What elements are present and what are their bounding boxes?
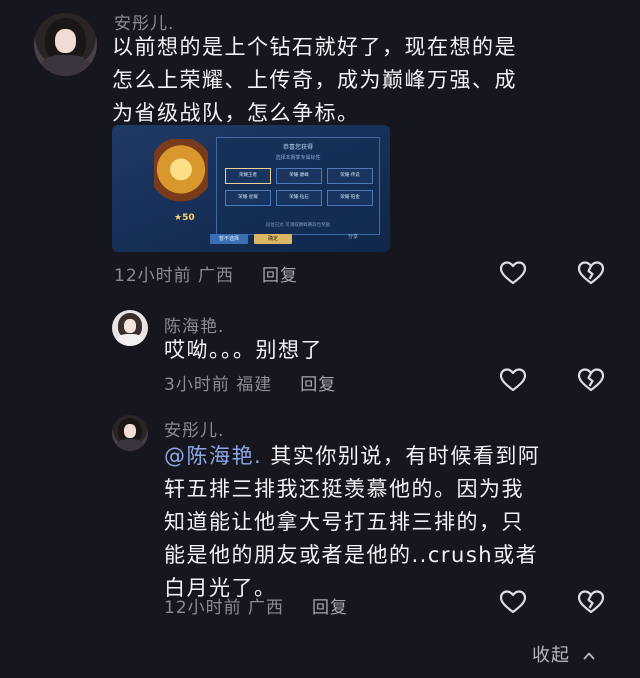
comment-text: 以前想的是上个钻石就好了，现在想的是 怎么上荣耀、上传奇，成为巅峰万强、成 为省… [112, 35, 517, 125]
avatar[interactable] [112, 415, 148, 451]
mention-link[interactable]: @陈海艳. [164, 444, 262, 468]
panel-footer: 段位已达 可领取巅峰赛段位奖励 [265, 223, 331, 228]
reply-button[interactable]: 回复 [312, 598, 348, 618]
collapse-label: 收起 [532, 645, 570, 666]
reward-slot: 荣耀王者 [225, 168, 271, 184]
time-location: 12小时前 广西 [114, 266, 235, 286]
reply-button[interactable]: 回复 [300, 375, 336, 395]
comment-meta: 3小时前 福建 回复 [164, 370, 336, 395]
reward-slot: 荣耀·星耀 [225, 190, 271, 206]
cancel-button: 暂不选择 [210, 234, 248, 244]
time-location: 3小时前 福建 [164, 375, 273, 395]
dislike-broken-heart-icon[interactable] [577, 589, 605, 615]
comment-screenshot-image[interactable]: ★50 恭喜您获得 选择本赛季专属标性 荣耀王者 荣耀·巅峰 荣耀·传说 荣耀·… [112, 125, 390, 252]
time-location: 12小时前 广西 [164, 598, 285, 618]
comment-text: 哎呦。。。别想了 [164, 338, 323, 362]
username[interactable]: 安彤儿. [164, 416, 224, 441]
reward-slot: 荣耀·铂金 [327, 190, 373, 206]
reward-slot: 荣耀·传说 [327, 168, 373, 184]
like-heart-icon[interactable] [499, 367, 527, 393]
reward-panel: 恭喜您获得 选择本赛季专属标性 荣耀王者 荣耀·巅峰 荣耀·传说 荣耀·星耀 荣… [216, 137, 380, 235]
chevron-up-icon [583, 650, 595, 662]
like-heart-icon[interactable] [499, 260, 527, 286]
comment-meta: 12小时前 广西 回复 [164, 593, 348, 618]
reply-button[interactable]: 回复 [262, 266, 298, 286]
comment-text: @陈海艳. 其实你别说，有时候看到阿 轩五排三排我还挺羡慕他的。因为我 知道能让… [164, 444, 541, 600]
like-heart-icon[interactable] [499, 589, 527, 615]
dislike-broken-heart-icon[interactable] [577, 260, 605, 286]
confirm-button: 确定 [254, 234, 292, 244]
avatar[interactable] [34, 13, 97, 76]
comment-meta: 12小时前 广西 回复 [114, 261, 298, 286]
dislike-broken-heart-icon[interactable] [577, 367, 605, 393]
reward-slot: 荣耀·钻石 [276, 190, 322, 206]
share-label: 分享 [348, 234, 359, 240]
badge-stars: ★50 [174, 213, 195, 223]
avatar[interactable] [112, 310, 148, 346]
panel-title: 恭喜您获得 [282, 144, 313, 151]
panel-subtitle: 选择本赛季专属标性 [275, 155, 321, 161]
collapse-replies-button[interactable]: 收起 [532, 641, 595, 667]
rank-badge-image [154, 139, 208, 215]
reward-slot: 荣耀·巅峰 [276, 168, 322, 184]
